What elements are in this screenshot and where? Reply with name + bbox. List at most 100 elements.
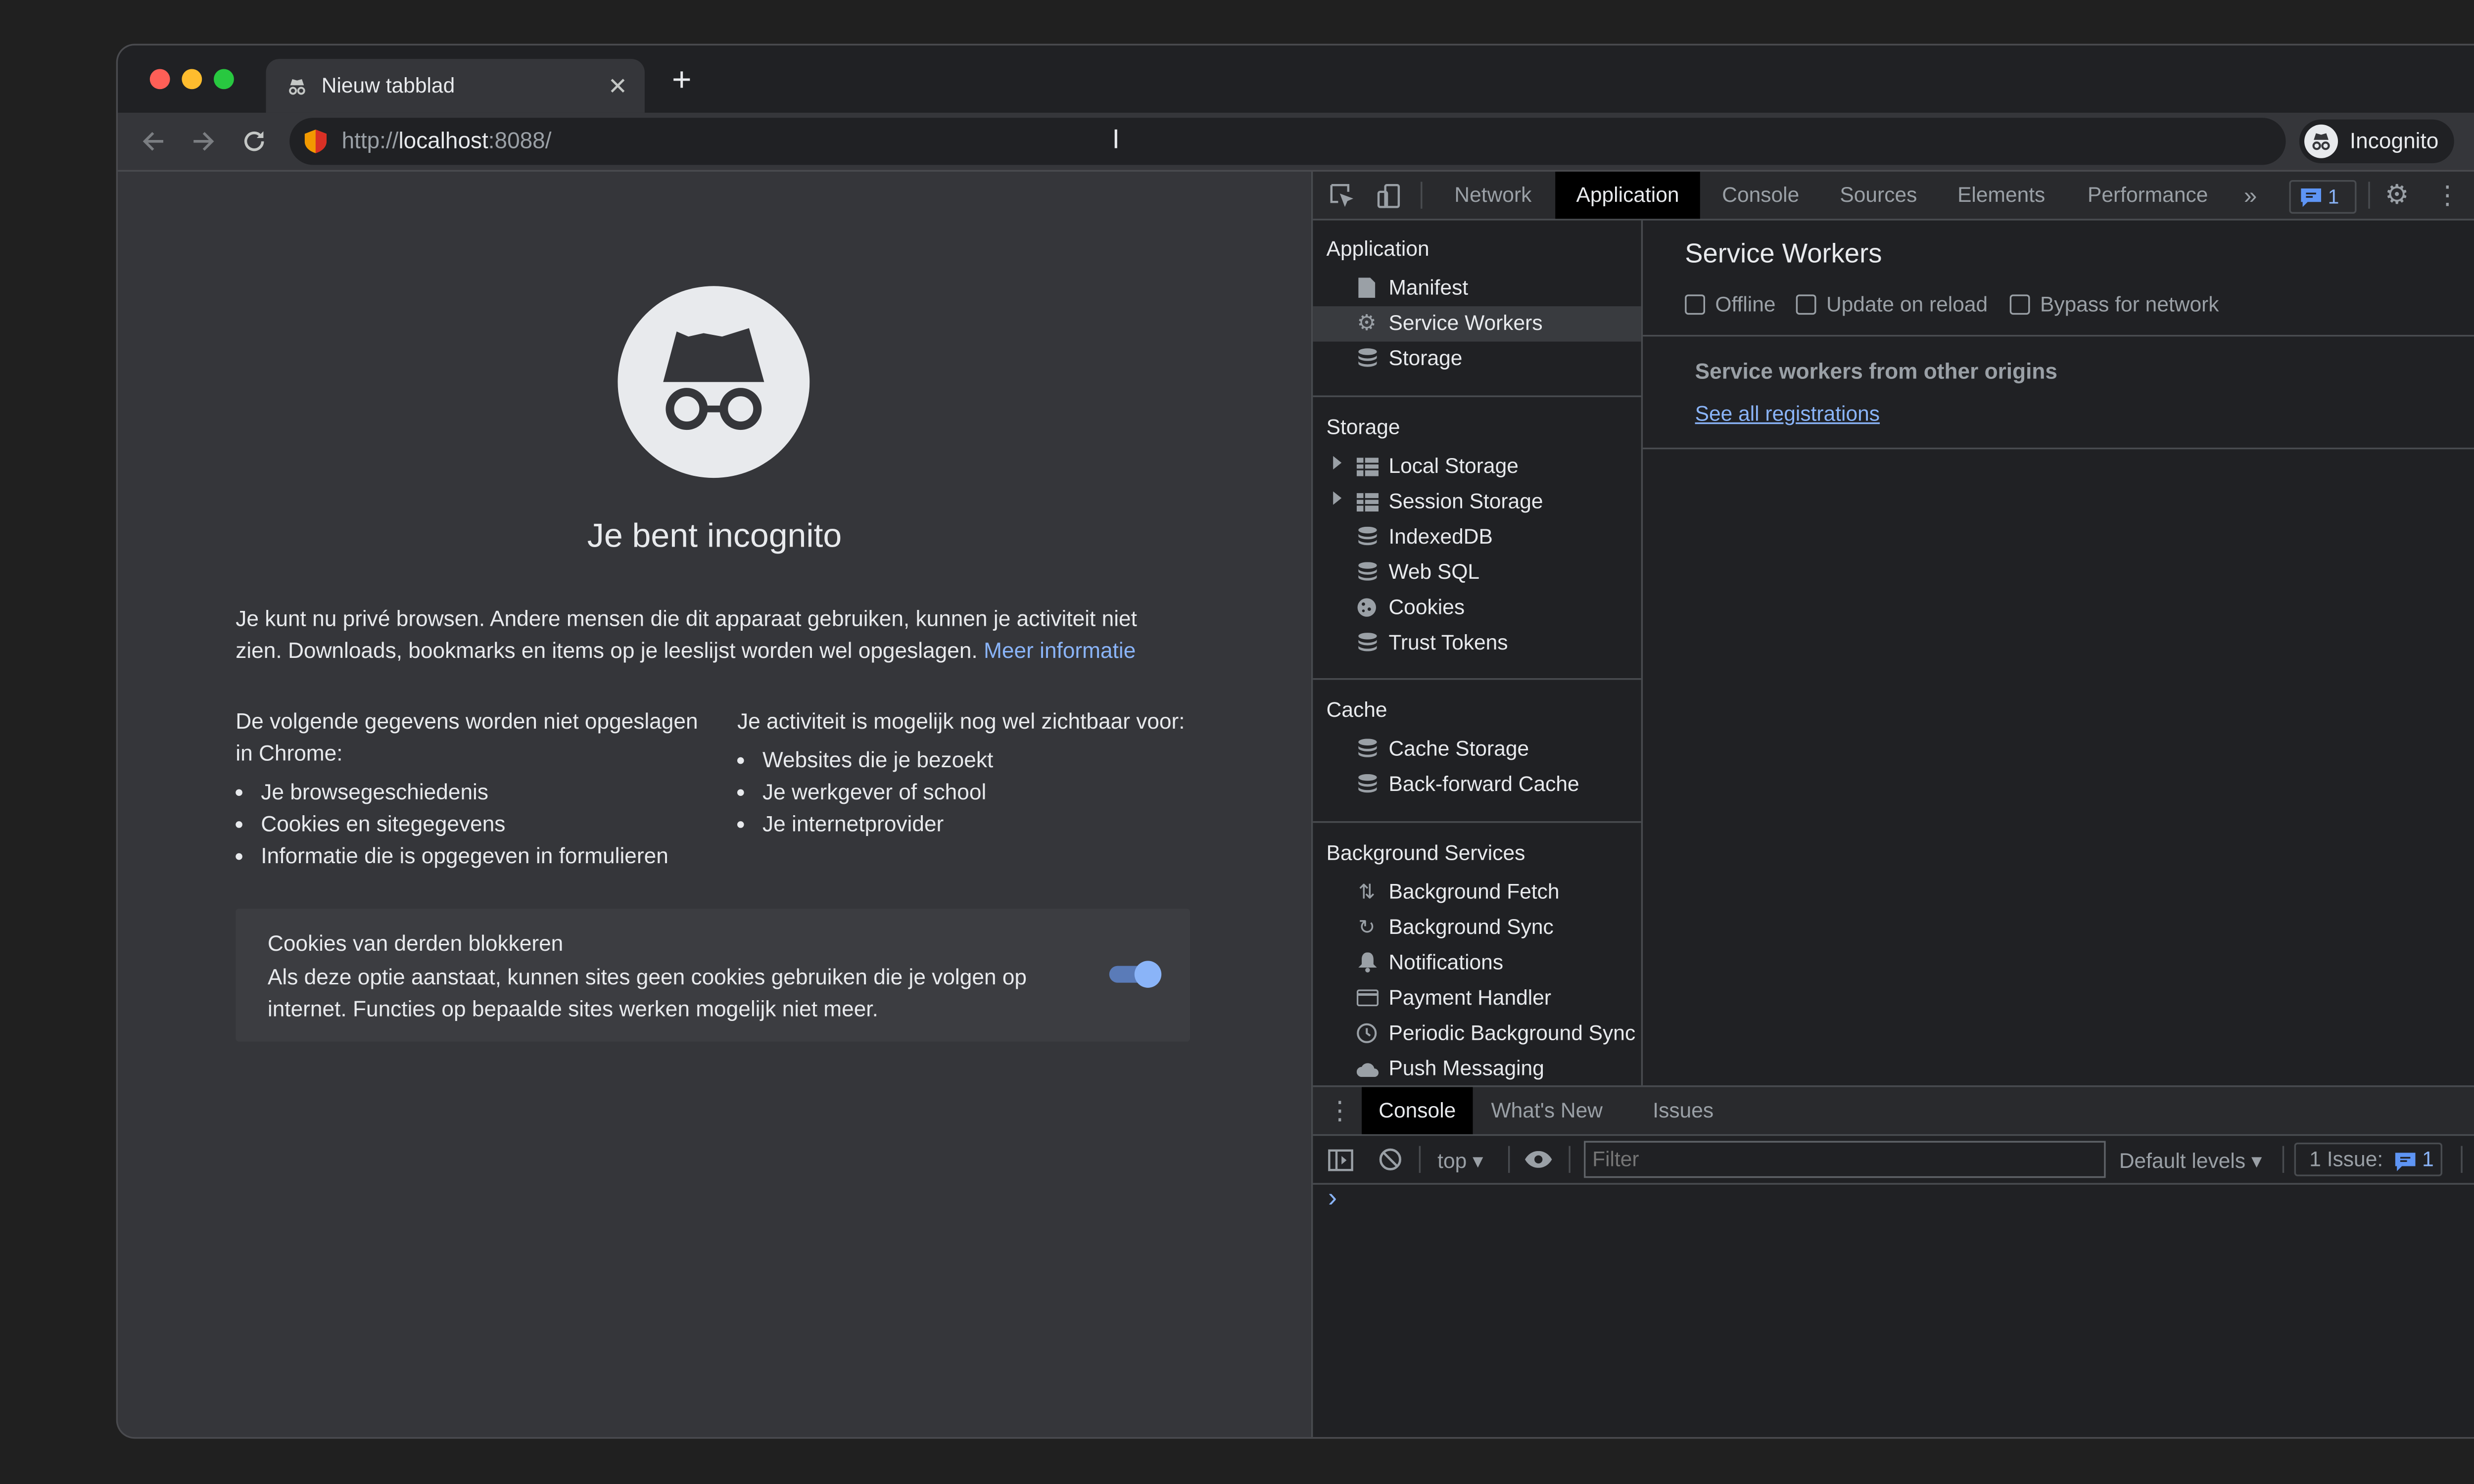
sidebar-item-label: Periodic Background Sync [1388, 1021, 1636, 1045]
pane-title: Service Workers [1685, 240, 1882, 270]
bell-icon [1355, 951, 1379, 974]
offline-checkbox[interactable] [1685, 294, 1706, 315]
close-tab-icon[interactable]: ✕ [606, 72, 630, 98]
more-tabs-icon[interactable]: » [2237, 182, 2264, 208]
drawer-tab-console[interactable]: Console [1362, 1087, 1473, 1134]
tab-console[interactable]: Console [1705, 172, 1816, 219]
sidebar-item-indexeddb[interactable]: IndexedDB [1313, 520, 1641, 555]
table-grid-icon [1355, 490, 1379, 513]
log-levels-dropdown[interactable]: Default levels ▾ [2119, 1148, 2262, 1173]
sidebar-item-manifest[interactable]: Manifest [1313, 271, 1641, 306]
more-info-link[interactable]: Meer informatie [984, 638, 1136, 663]
divider [1508, 1146, 1510, 1173]
settings-gear-icon[interactable]: ⚙ [2382, 180, 2412, 210]
tab-performance[interactable]: Performance [2070, 172, 2225, 219]
cookie-block-card: Cookies van derden blokkeren Als deze op… [236, 908, 1190, 1042]
sidebar-item-session-storage[interactable]: Session Storage [1313, 485, 1641, 520]
expand-arrow-icon[interactable] [1333, 491, 1342, 505]
show-sidebar-icon[interactable] [1325, 1144, 1355, 1174]
sidebar-item-trust-tokens[interactable]: Trust Tokens [1313, 626, 1641, 661]
sidebar-item-back-forward-cache[interactable]: Back-forward Cache [1313, 767, 1641, 802]
cookie-block-title: Cookies van derden blokkeren [267, 930, 564, 956]
tab-elements[interactable]: Elements [1943, 172, 2060, 219]
drawer-tab-issues[interactable]: Issues [1633, 1087, 1734, 1134]
browser-window: Nieuw tabblad ✕ + http://localhost:8088/… [118, 45, 2474, 1438]
new-tab-icon[interactable]: + [666, 61, 697, 98]
clock-icon [1355, 1021, 1379, 1045]
database-icon [1355, 347, 1379, 371]
console-prompt: › [1328, 1184, 1337, 1213]
tab-network[interactable]: Network [1436, 172, 1550, 219]
sidebar-item-label: Background Fetch [1388, 880, 1560, 904]
update-on-reload-checkbox[interactable] [1796, 294, 1816, 315]
issues-counter-button[interactable]: 1 [2289, 180, 2357, 214]
reload-icon[interactable] [239, 126, 269, 156]
context-selector[interactable]: top ▾ [1437, 1148, 1483, 1173]
database-icon [1355, 772, 1379, 796]
drawer-tab-whats-new[interactable]: What's New [1481, 1087, 1613, 1134]
sidebar-item-background-fetch[interactable]: ⇅ Background Fetch [1313, 875, 1641, 910]
sidebar-item-service-workers[interactable]: ⚙ Service Workers [1313, 306, 1641, 342]
sidebar-item-label: Storage [1388, 346, 1463, 371]
sidebar-item-label: Manifest [1388, 276, 1469, 300]
browser-toolbar: http://localhost:8088/ I Incognito ⋮ [118, 112, 2474, 172]
url-text: http://localhost:8088/ [341, 128, 552, 153]
bypass-for-network-checkbox[interactable] [2009, 294, 2030, 315]
database-icon [1355, 631, 1379, 655]
close-window-button[interactable] [149, 69, 170, 90]
eye-icon[interactable] [1523, 1144, 1554, 1174]
see-all-registrations-link[interactable]: See all registrations [1695, 402, 1880, 426]
sidebar-item-background-sync[interactable]: ↻ Background Sync [1313, 910, 1641, 945]
divider [2461, 1146, 2463, 1173]
database-icon [1355, 737, 1379, 761]
devtools-menu-icon[interactable]: ⋮ [2432, 180, 2463, 210]
still-visible-section: Je activiteit is mogelijk nog wel zichtb… [737, 705, 1209, 839]
sidebar-item-push-messaging[interactable]: Push Messaging [1313, 1052, 1641, 1085]
incognito-favicon-icon [285, 74, 308, 98]
table-grid-icon [1355, 454, 1379, 478]
expand-arrow-icon[interactable] [1333, 456, 1342, 470]
incognito-profile-button[interactable]: Incognito [2299, 119, 2454, 163]
divider [1569, 1146, 1570, 1173]
sidebar-item-web-sql[interactable]: Web SQL [1313, 556, 1641, 591]
not-saved-heading: De volgende gegevens worden niet opgesla… [236, 708, 698, 766]
sidebar-item-cookies[interactable]: Cookies [1313, 591, 1641, 626]
inspect-element-icon[interactable] [1327, 180, 1357, 210]
sidebar-item-storage[interactable]: Storage [1313, 342, 1641, 377]
cookie-block-toggle[interactable] [1109, 961, 1162, 988]
drawer-menu-icon[interactable]: ⋮ [1327, 1096, 1353, 1126]
tab-application[interactable]: Application [1555, 171, 1700, 219]
tab-sources[interactable]: Sources [1825, 172, 1933, 219]
console-issues-button[interactable]: 1 Issue: 1 [2294, 1142, 2442, 1176]
browser-tab[interactable]: Nieuw tabblad ✕ [266, 59, 645, 113]
divider [2368, 182, 2370, 209]
gear-icon: ⚙ [1357, 309, 1377, 335]
console-filter-input[interactable] [1584, 1141, 2106, 1178]
console-output[interactable]: › [1313, 1185, 2474, 1437]
sidebar-item-local-storage[interactable]: Local Storage [1313, 449, 1641, 484]
clear-console-icon[interactable] [1375, 1144, 1405, 1174]
title-bar: Nieuw tabblad ✕ + [118, 45, 2474, 113]
issue-message-icon [2395, 1151, 2416, 1171]
sidebar-item-cache-storage[interactable]: Cache Storage [1313, 732, 1641, 767]
sidebar-section-storage: Storage [1326, 416, 1400, 439]
zoom-window-button[interactable] [214, 69, 234, 90]
sidebar-section-application: Application [1326, 237, 1429, 261]
intro-paragraph: Je kunt nu privé browsen. Andere mensen … [236, 603, 1187, 666]
minimize-window-button[interactable] [182, 69, 202, 90]
list-item: Je browsegeschiedenis [261, 776, 707, 808]
list-item: Je internetprovider [762, 808, 1208, 840]
site-info-warning-icon[interactable] [303, 129, 327, 153]
sidebar-item-label: Service Workers [1388, 311, 1543, 335]
sidebar-section-cache: Cache [1326, 698, 1387, 722]
sidebar-item-label: Payment Handler [1388, 986, 1552, 1010]
up-down-arrows-icon: ⇅ [1358, 880, 1376, 904]
sidebar-item-payment-handler[interactable]: Payment Handler [1313, 981, 1641, 1016]
back-arrow-icon[interactable] [138, 126, 168, 156]
sidebar-item-periodic-background-sync[interactable]: Periodic Background Sync [1313, 1017, 1641, 1052]
address-bar[interactable]: http://localhost:8088/ I [289, 118, 2286, 165]
sidebar-item-notifications[interactable]: Notifications [1313, 946, 1641, 981]
document-icon [1355, 276, 1379, 300]
forward-arrow-icon[interactable] [189, 126, 219, 156]
device-toolbar-icon[interactable] [1374, 180, 1404, 210]
